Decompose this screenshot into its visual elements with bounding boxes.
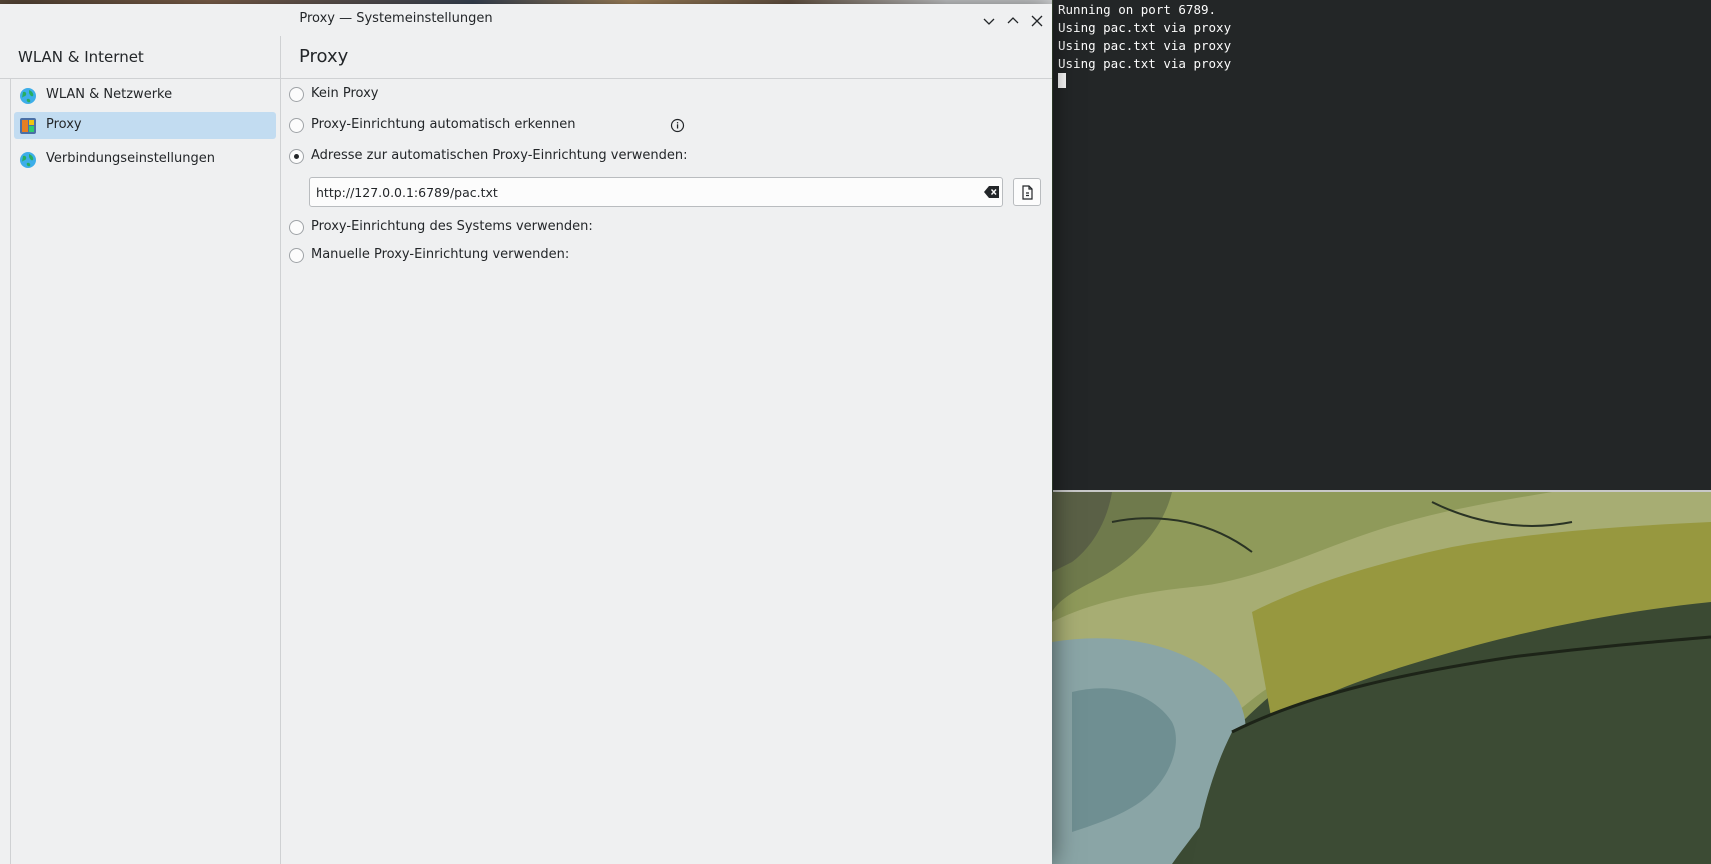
info-icon[interactable] [670, 118, 685, 133]
sidebar-item-proxy[interactable]: Proxy [14, 112, 276, 139]
terminal-line: Using pac.txt via proxy [1058, 56, 1232, 71]
chevron-up-icon [1007, 17, 1019, 24]
sidebar-title: WLAN & Internet [18, 48, 144, 66]
pac-url-input[interactable] [316, 182, 956, 202]
radio-button[interactable] [289, 149, 304, 164]
radio-button[interactable] [289, 220, 304, 235]
terminal-window[interactable]: Running on port 6789. Using pac.txt via p… [1053, 0, 1711, 492]
terminal-line: Running on port 6789. [1058, 2, 1217, 17]
proxy-icon [20, 118, 36, 134]
clear-text-icon[interactable] [984, 185, 1000, 199]
radio-button[interactable] [289, 87, 304, 102]
sidebar-item-wlan-netzwerke[interactable]: WLAN & Netzwerke [14, 82, 276, 109]
sidebar-item-label: Proxy [46, 117, 82, 132]
terminal-cursor [1058, 73, 1066, 88]
open-file-icon [1022, 185, 1033, 200]
page-title: Proxy [299, 46, 349, 67]
radio-label: Proxy-Einrichtung des Systems verwenden: [311, 219, 593, 234]
window-title: Proxy — Systemeinstellungen [299, 11, 493, 26]
sidebar-item-label: WLAN & Netzwerke [46, 87, 173, 102]
sidebar-header: WLAN & Internet [0, 36, 280, 79]
radio-label: Adresse zur automatischen Proxy-Einricht… [311, 148, 688, 163]
sidebar-item-verbindungseinstellungen[interactable]: Verbindungseinstellungen [14, 146, 276, 173]
close-icon [1031, 15, 1043, 27]
radio-label: Manuelle Proxy-Einrichtung verwenden: [311, 247, 570, 262]
desktop-wallpaper [1052, 492, 1711, 864]
globe-network-icon [20, 88, 36, 104]
settings-window: Proxy — Systemeinstellungen WLAN & Inter… [0, 4, 1052, 864]
minimize-button[interactable] [978, 10, 1000, 32]
radio-label: Proxy-Einrichtung automatisch erkennen [311, 117, 576, 132]
radio-label: Kein Proxy [311, 86, 379, 101]
page-header: Proxy [281, 36, 1052, 79]
sidebar-item-label: Verbindungseinstellungen [46, 151, 215, 166]
sidebar-edge [10, 79, 11, 864]
terminal-output: Running on port 6789. Using pac.txt via p… [1058, 1, 1231, 73]
close-button[interactable] [1026, 10, 1048, 32]
maximize-button[interactable] [1002, 10, 1024, 32]
window-titlebar[interactable]: Proxy — Systemeinstellungen [0, 4, 1052, 36]
radio-button[interactable] [289, 118, 304, 133]
open-file-button[interactable] [1013, 178, 1041, 206]
terminal-line: Using pac.txt via proxy [1058, 38, 1232, 53]
terminal-line: Using pac.txt via proxy [1058, 20, 1232, 35]
radio-button[interactable] [289, 248, 304, 263]
pac-url-field[interactable] [309, 177, 1003, 207]
chevron-down-icon [983, 18, 995, 25]
sidebar-divider [280, 36, 281, 864]
globe-settings-icon [20, 152, 36, 168]
